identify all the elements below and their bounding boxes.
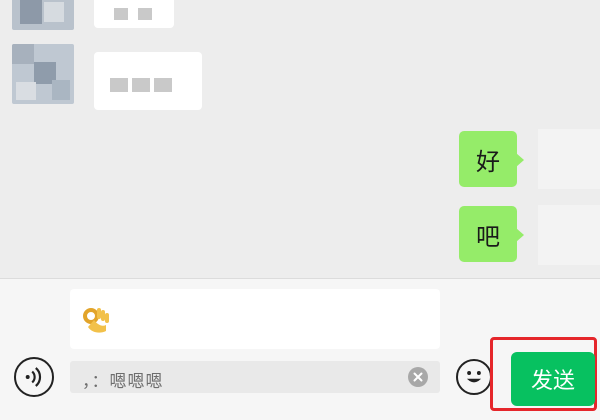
smiley-icon[interactable] [456,359,492,395]
voice-icon[interactable] [14,357,54,397]
incoming-message-bubble[interactable] [94,52,202,110]
incoming-message-bubble[interactable] [94,0,174,28]
ok-hand-emoji-icon [83,308,109,333]
quoted-message-text: ，：嗯嗯嗯 [82,372,164,392]
send-button[interactable]: 发送 [511,352,595,406]
contact-avatar[interactable] [12,0,74,30]
quoted-message-preview[interactable]: ，：嗯嗯嗯 [70,361,440,393]
message-text: 吧 [476,222,500,251]
contact-avatar[interactable] [12,44,74,104]
outgoing-message-bubble[interactable]: 好 [459,131,524,187]
message-text: 好 [476,147,500,176]
clear-quote-icon[interactable] [408,367,428,387]
message-input[interactable] [70,289,440,349]
input-panel: ，：嗯嗯嗯 发送 [0,278,600,420]
outgoing-message-bubble[interactable]: 吧 [459,206,524,262]
self-avatar[interactable] [538,129,600,189]
self-avatar[interactable] [538,205,600,265]
chat-history: 好 吧 [0,0,600,278]
